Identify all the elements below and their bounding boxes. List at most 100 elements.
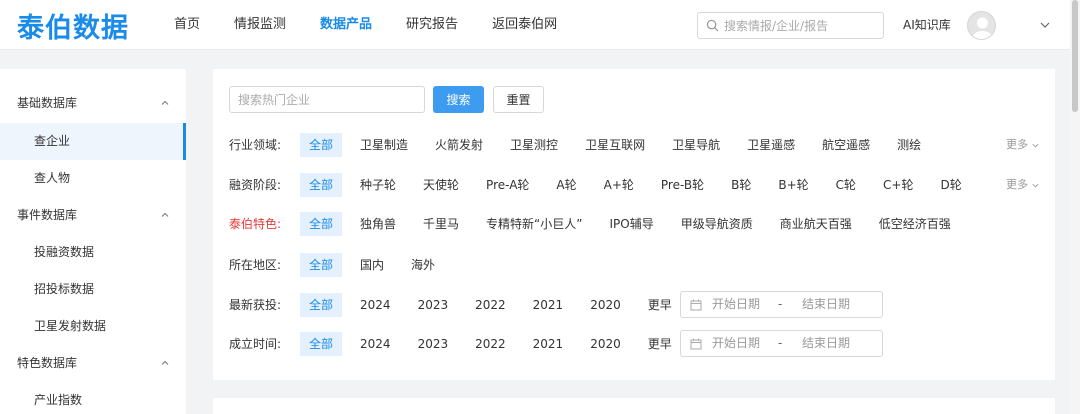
date-range-picker[interactable]: 开始日期 - 结束日期 — [680, 330, 883, 357]
filter-option[interactable]: 商业航天百强 — [771, 212, 861, 236]
filter-option-all[interactable]: 全部 — [300, 293, 343, 317]
search-button[interactable]: 搜索 — [433, 86, 484, 113]
filter-row-latest-investment: 最新获投: 全部 2024 2023 2022 2021 2020 更早 开始日… — [213, 291, 1055, 318]
filter-option[interactable]: 2022 — [466, 293, 515, 317]
sidebar-item-label: 招投标数据 — [34, 282, 95, 296]
scrollbar-thumb[interactable] — [1072, 0, 1078, 112]
calendar-icon — [690, 299, 702, 311]
sidebar-item-investment-data[interactable]: 投融资数据 — [0, 234, 186, 271]
filter-label: 所在地区: — [229, 258, 282, 272]
page-scrollbar[interactable] — [1070, 0, 1080, 414]
header-search — [697, 12, 884, 39]
filter-option[interactable]: 火箭发射 — [426, 133, 492, 157]
nav-item-intel-monitor[interactable]: 情报监测 — [234, 0, 286, 50]
filter-option[interactable]: A+轮 — [595, 173, 643, 197]
filter-option[interactable]: 卫星导航 — [663, 133, 729, 157]
date-start[interactable]: 开始日期 — [712, 292, 760, 317]
filter-option[interactable]: 种子轮 — [351, 173, 405, 197]
date-end[interactable]: 结束日期 — [802, 292, 850, 317]
filter-option[interactable]: 2024 — [351, 332, 400, 356]
filter-option[interactable]: C轮 — [827, 173, 865, 197]
filter-option[interactable]: 卫星互联网 — [576, 133, 654, 157]
sidebar-group-label: 特色数据库 — [17, 356, 78, 370]
chevron-down-icon[interactable] — [1038, 18, 1052, 32]
filter-option[interactable]: 低空经济百强 — [870, 212, 960, 236]
sidebar-item-label: 查人物 — [34, 171, 71, 185]
calendar-icon — [690, 338, 702, 350]
ai-library-link[interactable]: AI知识库 — [903, 0, 951, 50]
nav-item-data-products[interactable]: 数据产品 — [320, 0, 372, 50]
filter-option[interactable]: 2020 — [581, 332, 630, 356]
date-start[interactable]: 开始日期 — [712, 331, 760, 356]
filter-option[interactable]: D轮 — [931, 173, 970, 197]
filter-option[interactable]: 2021 — [524, 293, 573, 317]
filter-options: 全部 2024 2023 2022 2021 2020 更早 — [300, 292, 690, 318]
filter-label: 泰伯特色: — [229, 217, 282, 231]
filter-option[interactable]: 2021 — [524, 332, 573, 356]
filter-option[interactable]: 国内 — [351, 253, 393, 277]
sidebar-group-events[interactable]: 事件数据库 — [0, 197, 186, 234]
filter-option-all[interactable]: 全部 — [300, 253, 343, 277]
filter-option[interactable]: 千里马 — [414, 212, 468, 236]
filter-option[interactable]: C+轮 — [874, 173, 922, 197]
filter-option[interactable]: Pre-B轮 — [652, 173, 713, 197]
filter-option[interactable]: 2024 — [351, 293, 400, 317]
filter-option-all[interactable]: 全部 — [300, 212, 343, 236]
filter-row-founded: 成立时间: 全部 2024 2023 2022 2021 2020 更早 开始日… — [213, 330, 1055, 357]
filter-options: 全部 独角兽 千里马 专精特新“小巨人” IPO辅导 甲级导航资质 商业航天百强… — [300, 211, 969, 237]
filter-label: 行业领域: — [229, 138, 282, 152]
filter-option[interactable]: 测绘 — [888, 133, 930, 157]
filter-option[interactable]: 卫星测控 — [501, 133, 567, 157]
sidebar-item-query-company[interactable]: 查企业 — [0, 123, 186, 160]
filter-option[interactable]: 2022 — [466, 332, 515, 356]
sidebar-item-industry-index[interactable]: 产业指数 — [0, 382, 186, 414]
filter-option[interactable]: 更早 — [639, 293, 681, 317]
more-toggle[interactable]: 更多 — [1006, 132, 1040, 158]
filter-option[interactable]: 独角兽 — [351, 212, 405, 236]
logo[interactable]: 泰伯数据 — [17, 6, 129, 45]
sidebar-item-query-person[interactable]: 查人物 — [0, 160, 186, 197]
nav-item-home[interactable]: 首页 — [174, 0, 200, 50]
sidebar-item-bidding-data[interactable]: 招投标数据 — [0, 271, 186, 308]
date-range-picker[interactable]: 开始日期 - 结束日期 — [680, 291, 883, 318]
filter-option-all[interactable]: 全部 — [300, 173, 343, 197]
filter-options: 全部 卫星制造 火箭发射 卫星测控 卫星互联网 卫星导航 卫星遥感 航空遥感 测… — [300, 132, 939, 158]
chevron-up-icon — [161, 212, 169, 217]
filter-option[interactable]: 更早 — [639, 332, 681, 356]
filter-option[interactable]: 天使轮 — [414, 173, 468, 197]
sidebar-group-basic[interactable]: 基础数据库 — [0, 85, 186, 122]
filter-option-all[interactable]: 全部 — [300, 133, 343, 157]
date-separator: - — [778, 336, 783, 350]
top-header: 泰伯数据 首页 情报监测 数据产品 研究报告 返回泰伯网 AI知识库 — [0, 0, 1080, 50]
filter-option[interactable]: 航空遥感 — [813, 133, 879, 157]
filter-label: 融资阶段: — [229, 178, 282, 192]
filter-option[interactable]: 卫星制造 — [351, 133, 417, 157]
filter-option[interactable]: IPO辅导 — [600, 212, 662, 236]
filter-option[interactable]: 甲级导航资质 — [672, 212, 762, 236]
more-label: 更多 — [1006, 178, 1028, 191]
avatar[interactable] — [967, 11, 996, 40]
reset-button[interactable]: 重置 — [493, 86, 544, 113]
date-end[interactable]: 结束日期 — [802, 331, 850, 356]
filter-option[interactable]: 卫星遥感 — [738, 133, 804, 157]
sidebar-item-satellite-launch-data[interactable]: 卫星发射数据 — [0, 308, 186, 345]
filter-option[interactable]: 2023 — [409, 293, 458, 317]
filter-option[interactable]: 2023 — [409, 332, 458, 356]
filter-row-funding: 融资阶段: 全部 种子轮 天使轮 Pre-A轮 A轮 A+轮 Pre-B轮 B轮… — [213, 172, 1055, 198]
filter-option-all[interactable]: 全部 — [300, 332, 343, 356]
filter-option[interactable]: B+轮 — [769, 173, 817, 197]
sidebar-item-label: 产业指数 — [34, 393, 83, 407]
sidebar-item-label: 查企业 — [34, 134, 71, 148]
filter-option[interactable]: 海外 — [402, 253, 444, 277]
nav-item-back-to-site[interactable]: 返回泰伯网 — [492, 0, 557, 50]
filter-option[interactable]: Pre-A轮 — [477, 173, 538, 197]
header-search-input[interactable] — [724, 16, 879, 35]
filter-option[interactable]: 2020 — [581, 293, 630, 317]
filter-option[interactable]: B轮 — [722, 173, 760, 197]
more-toggle[interactable]: 更多 — [1006, 172, 1040, 198]
nav-item-research-reports[interactable]: 研究报告 — [406, 0, 458, 50]
sidebar-group-featured[interactable]: 特色数据库 — [0, 345, 186, 382]
company-search-input[interactable] — [229, 86, 425, 113]
filter-option[interactable]: 专精特新“小巨人” — [477, 212, 591, 236]
filter-option[interactable]: A轮 — [547, 173, 585, 197]
